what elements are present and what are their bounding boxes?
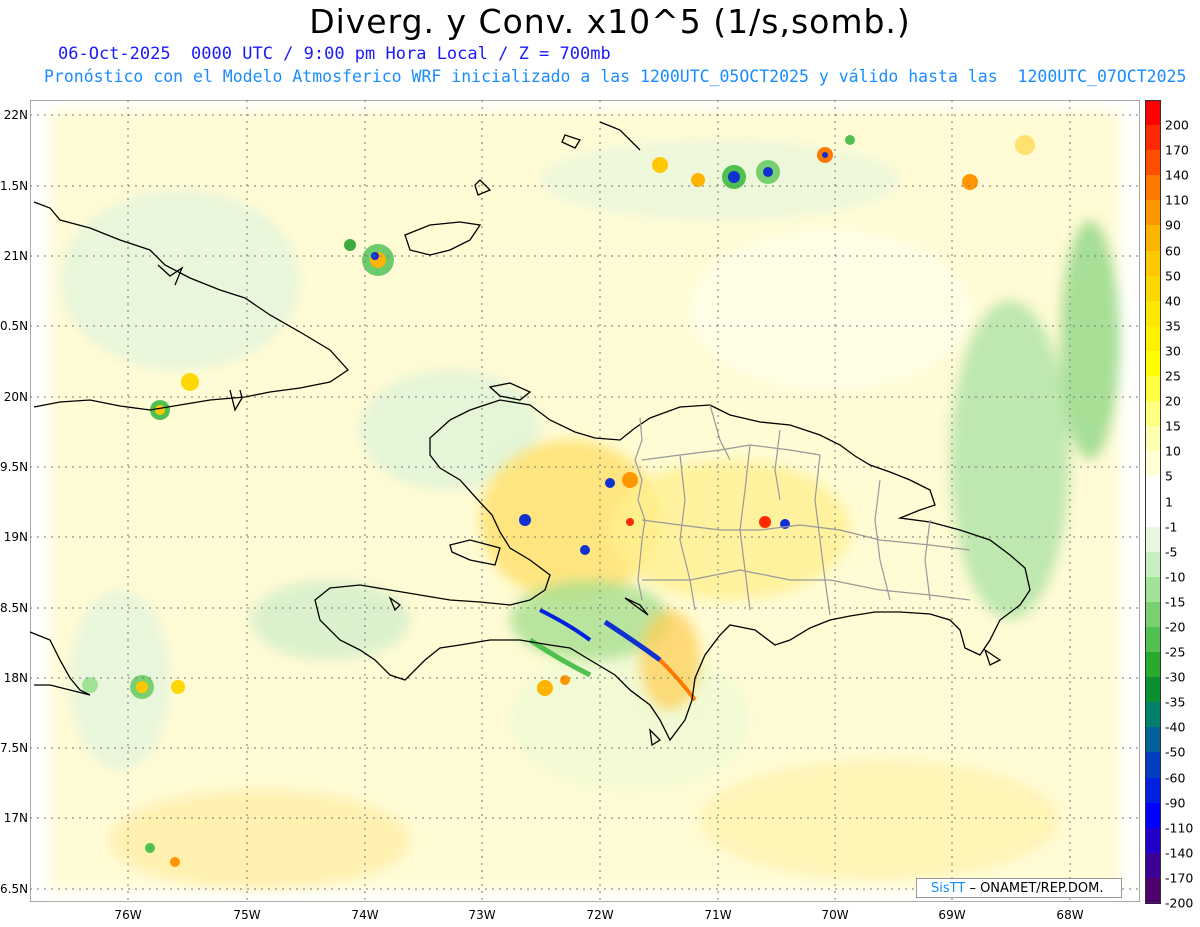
lat-label: 1.5N [0,179,29,193]
lat-label: 0.5N [0,319,29,333]
lon-label: 70W [821,908,849,922]
colorbar-frame [1145,100,1161,903]
divergence-map [30,100,1140,902]
lon-label: 71W [704,908,732,922]
lat-label: 22N [3,108,28,122]
colorbar-tick-label: 20 [1165,393,1181,409]
lat-label: 8.5N [0,601,29,615]
onamet-credit: – ONAMET/REP.DOM. [969,881,1104,896]
colorbar-tick-label: -170 [1165,870,1194,886]
lon-label: 68W [1056,908,1084,922]
colorbar-tick-label: 140 [1165,167,1189,183]
lon-label: 73W [468,908,496,922]
colorbar-tick-label: 1 [1165,494,1173,509]
colorbar [1145,100,1161,904]
colorbar-tick-label: 110 [1165,192,1189,208]
map-title: Diverg. y Conv. x10^5 (1/s,somb.) [309,2,911,41]
lat-label: 19N [3,530,28,544]
colorbar-tick-label: 30 [1165,343,1181,359]
colorbar-tick-label: 35 [1165,318,1181,334]
lat-label: 9.5N [0,460,29,474]
colorbar-tick-label: -200 [1165,895,1194,911]
lat-label: 17N [3,811,28,825]
colorbar-tick-label: -1 [1165,519,1178,535]
lat-label: 7.5N [0,741,29,755]
colorbar-tick-label: -60 [1165,770,1186,786]
colorbar-tick-label: -25 [1165,644,1186,660]
lat-label: 21N [3,249,28,263]
sistt-logo-text: SisTT [931,881,966,896]
valid-time-subtitle: 06-Oct-2025 0000 UTC / 9:00 pm Hora Loca… [58,44,611,64]
lon-label: 76W [114,908,142,922]
colorbar-tick-label: 10 [1165,443,1181,459]
credit-box: SisTT – ONAMET/REP.DOM. [916,878,1122,898]
colorbar-tick-label: 15 [1165,418,1181,434]
lat-label: 20N [3,390,28,404]
colorbar-tick-label: 5 [1165,468,1173,484]
colorbar-tick-label: 200 [1165,117,1189,133]
lon-label: 69W [938,908,966,922]
colorbar-tick-label: 25 [1165,368,1181,384]
colorbar-tick-label: 90 [1165,217,1181,233]
colorbar-tick-label: -140 [1165,845,1194,861]
colorbar-tick-label: -40 [1165,719,1186,735]
colorbar-tick-label: 60 [1165,243,1181,259]
lat-label: 6.5N [0,882,29,896]
colorbar-tick-label: 170 [1165,142,1189,158]
colorbar-tick-label: -90 [1165,795,1186,811]
lon-label: 75W [233,908,261,922]
model-run-subtitle: Pronóstico con el Modelo Atmosferico WRF… [44,67,1187,86]
colorbar-tick-label: -110 [1165,820,1194,836]
colorbar-tick-label: -50 [1165,744,1186,760]
colorbar-tick-label: -10 [1165,569,1186,585]
lat-label: 18N [3,671,28,685]
lon-label: 72W [586,908,614,922]
colorbar-tick-label: -35 [1165,694,1186,710]
colorbar-tick-label: 40 [1165,293,1181,309]
colorbar-tick-label: -20 [1165,619,1186,635]
colorbar-tick-label: -30 [1165,669,1186,685]
colorbar-tick-label: -15 [1165,594,1186,610]
lon-label: 74W [351,908,379,922]
colorbar-tick-label: -5 [1165,544,1178,560]
colorbar-tick-label: 50 [1165,268,1181,284]
